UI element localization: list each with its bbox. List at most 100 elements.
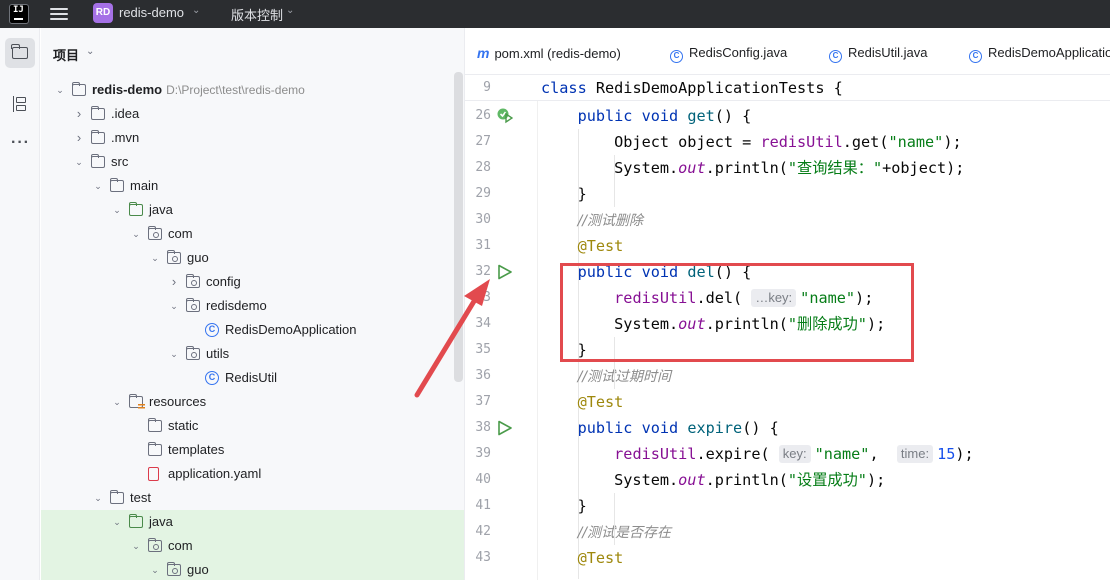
tree-item[interactable]: › config: [41, 270, 464, 294]
code-line[interactable]: 27 Object object = redisUtil.get("name")…: [465, 129, 1110, 155]
main-menu-icon[interactable]: [50, 6, 68, 22]
chevron-down-icon[interactable]: ⌄: [111, 510, 123, 534]
code-line[interactable]: 42 //测试是否存在: [465, 519, 1110, 545]
chevron-down-icon[interactable]: ⌄: [192, 5, 200, 16]
chevron-down-icon[interactable]: ⌄: [54, 78, 66, 102]
tree-item[interactable]: ⌄ java: [41, 510, 464, 534]
code-line[interactable]: 30 //测试删除: [465, 207, 1110, 233]
tree-item[interactable]: ⌄ resources: [41, 390, 464, 414]
code-token: class: [541, 79, 596, 97]
chevron-down-icon[interactable]: ⌄: [111, 198, 123, 222]
tree-item[interactable]: application.yaml: [41, 462, 464, 486]
tree-item[interactable]: ⌄ com: [41, 534, 464, 558]
chevron-down-icon[interactable]: ⌄: [92, 486, 104, 510]
vcs-menu[interactable]: 版本控制: [231, 5, 283, 24]
code-line[interactable]: 38 public void expire() {: [465, 415, 1110, 441]
chevron-down-icon[interactable]: ⌄: [168, 294, 180, 318]
chevron-down-icon[interactable]: ⌄: [286, 5, 294, 16]
tree-item[interactable]: templates: [41, 438, 464, 462]
code-token: @Test: [577, 393, 624, 411]
tree-item[interactable]: ⌄ com: [41, 222, 464, 246]
chevron-down-icon[interactable]: ⌄: [73, 150, 85, 174]
tree-item-name: com: [168, 538, 193, 553]
code-token: //测试过期时间: [577, 369, 672, 385]
code-token: ,: [869, 445, 897, 463]
line-number: 33: [475, 290, 491, 305]
tree-item[interactable]: ⌄ java: [41, 198, 464, 222]
intellij-logo-icon[interactable]: IJ: [9, 4, 29, 24]
code-text: //测试删除: [541, 207, 643, 234]
tree-item[interactable]: ⌄ utils: [41, 342, 464, 366]
chevron-right-icon[interactable]: ›: [73, 126, 85, 150]
code-token: );: [955, 445, 974, 463]
run-test-icon[interactable]: [497, 420, 512, 436]
sticky-header-line[interactable]: 9 class RedisDemoApplicationTests {: [465, 75, 1110, 101]
chevron-down-icon[interactable]: ⌄: [86, 46, 94, 57]
tree-item[interactable]: ⌄ guo: [41, 246, 464, 270]
code-line[interactable]: 37 @Test: [465, 389, 1110, 415]
code-line[interactable]: 31 @Test: [465, 233, 1110, 259]
line-number: 37: [475, 394, 491, 409]
code-text: }: [541, 493, 587, 519]
tree-item[interactable]: ⌄ guo: [41, 558, 464, 580]
chevron-down-icon[interactable]: ⌄: [149, 246, 161, 270]
chevron-down-icon[interactable]: ⌄: [149, 558, 161, 580]
chevron-right-icon[interactable]: ›: [168, 270, 180, 294]
project-scrollbar[interactable]: [454, 72, 463, 382]
tree-item[interactable]: C RedisDemoApplication: [41, 318, 464, 342]
code-line[interactable]: 43 @Test: [465, 545, 1110, 571]
more-tools-button[interactable]: ···: [5, 128, 35, 158]
tree-item-label: static: [168, 414, 198, 438]
run-test-icon[interactable]: [497, 264, 512, 280]
tab-redisdemoapplication[interactable]: C RedisDemoApplicatio: [969, 45, 1110, 63]
tree-item[interactable]: ⌄ redis-demo D:\Project\test\redis-demo: [41, 78, 464, 102]
run-passed-icon[interactable]: [497, 108, 513, 124]
line-number: 31: [475, 238, 491, 253]
code-line[interactable]: 28 System.out.println("查询结果："+object);: [465, 155, 1110, 181]
code-line[interactable]: 26 public void get() {: [465, 103, 1110, 129]
project-panel-title[interactable]: 项目: [53, 45, 79, 64]
code-token: }: [541, 497, 587, 515]
tree-item[interactable]: › .mvn: [41, 126, 464, 150]
tree-item[interactable]: ⌄ src: [41, 150, 464, 174]
code-line[interactable]: 40 System.out.println("设置成功");: [465, 467, 1110, 493]
tab-redisutil[interactable]: C RedisUtil.java: [829, 45, 927, 63]
line-number: 26: [475, 108, 491, 123]
project-badge[interactable]: RD: [93, 3, 113, 23]
tab-label: RedisDemoApplicatio: [988, 45, 1110, 60]
chevron-down-icon[interactable]: ⌄: [92, 174, 104, 198]
project-switcher[interactable]: redis-demo: [119, 5, 184, 20]
tab-pom-xml[interactable]: m pom.xml (redis-demo): [477, 45, 621, 61]
code-line[interactable]: 36 //测试过期时间: [465, 363, 1110, 389]
tree-item-label: com: [168, 222, 193, 246]
chevron-down-icon[interactable]: ⌄: [130, 534, 142, 558]
code-token: }: [541, 185, 587, 203]
line-number: 41: [475, 498, 491, 513]
tree-item-label: config: [206, 270, 241, 294]
tab-label: pom.xml (redis-demo): [494, 46, 621, 61]
tab-label: RedisUtil.java: [848, 45, 928, 60]
code-line[interactable]: 41 }: [465, 493, 1110, 519]
project-tool-button[interactable]: [5, 38, 35, 68]
tree-item[interactable]: ⌄ main: [41, 174, 464, 198]
code-line[interactable]: 39 redisUtil.expire( key: "name", time: 15…: [465, 441, 1110, 467]
tree-item[interactable]: ⌄ redisdemo: [41, 294, 464, 318]
tab-redisconfig[interactable]: C RedisConfig.java: [670, 45, 787, 63]
tree-item[interactable]: › .idea: [41, 102, 464, 126]
tree-item[interactable]: static: [41, 414, 464, 438]
structure-tool-button[interactable]: [5, 89, 35, 119]
chevron-down-icon[interactable]: ⌄: [168, 342, 180, 366]
chevron-down-icon[interactable]: ⌄: [130, 222, 142, 246]
tree-item[interactable]: C RedisUtil: [41, 366, 464, 390]
line-number: 36: [475, 368, 491, 383]
line-number: 9: [483, 80, 491, 95]
code-token: out: [678, 159, 706, 177]
class-icon: C: [670, 50, 683, 63]
code-line[interactable]: 29 }: [465, 181, 1110, 207]
chevron-down-icon[interactable]: ⌄: [111, 390, 123, 414]
chevron-right-icon[interactable]: ›: [73, 102, 85, 126]
tree-item[interactable]: ⌄ test: [41, 486, 464, 510]
code-token: public void: [577, 419, 688, 437]
